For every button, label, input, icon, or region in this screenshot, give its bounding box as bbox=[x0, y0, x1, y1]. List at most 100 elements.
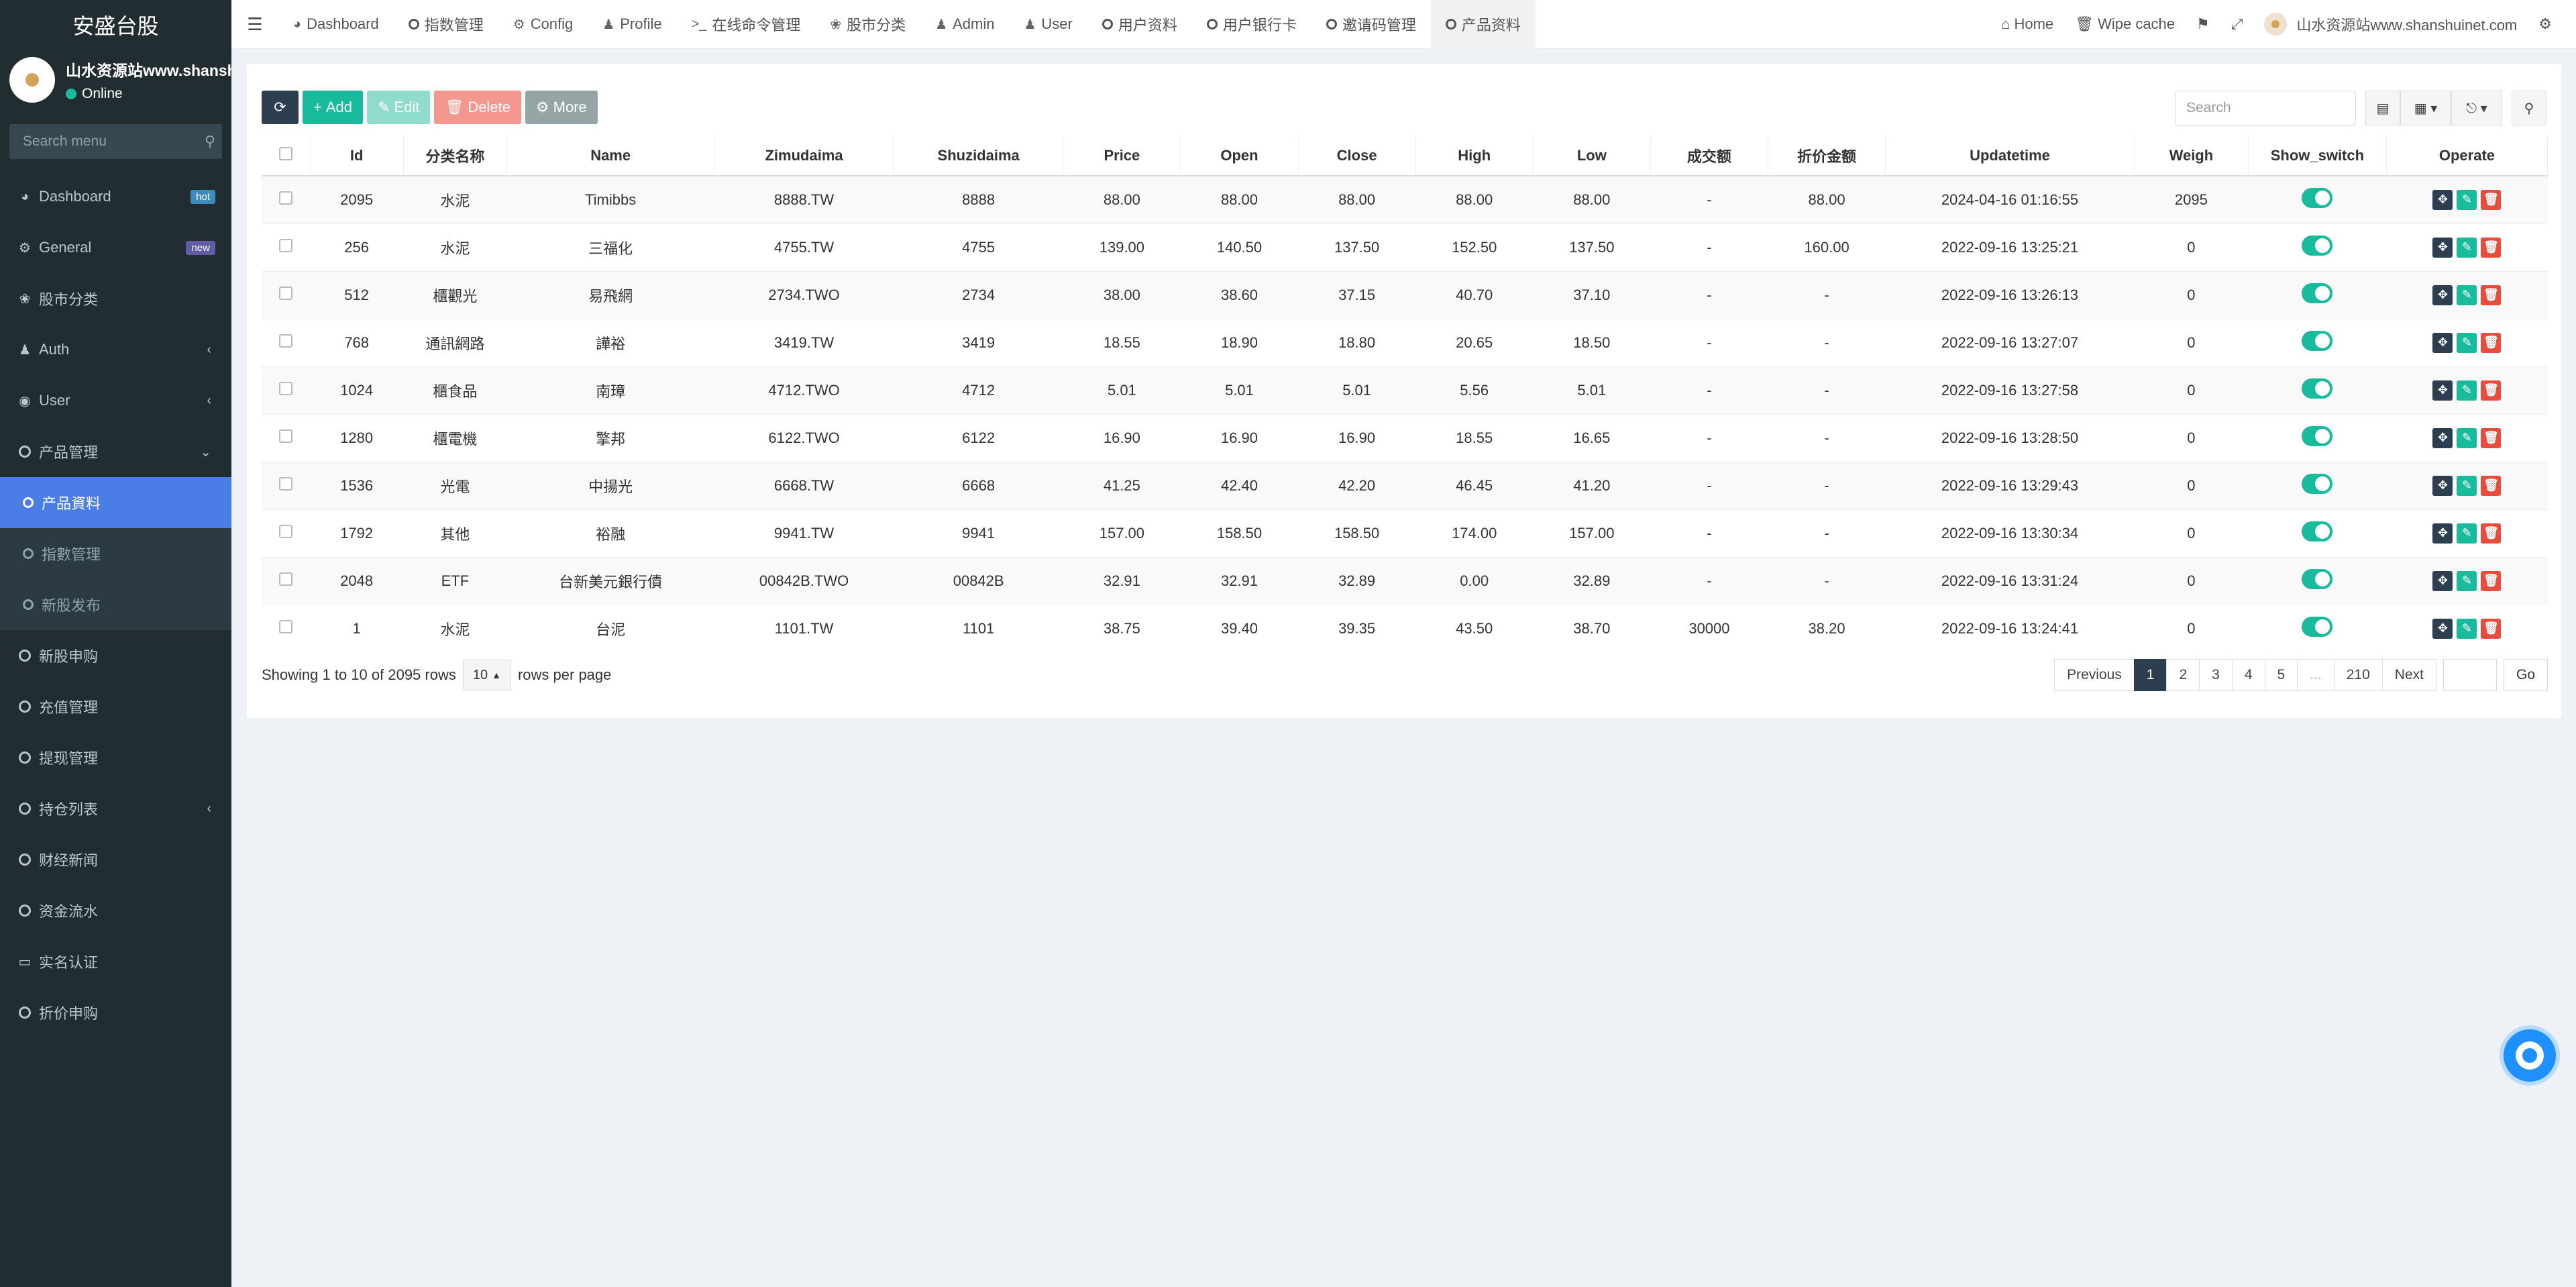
select-all-checkbox[interactable] bbox=[262, 136, 311, 176]
row-checkbox[interactable] bbox=[262, 318, 311, 366]
drag-handle-icon[interactable]: ✥ bbox=[2432, 475, 2453, 496]
drag-handle-icon[interactable]: ✥ bbox=[2432, 427, 2453, 448]
pagination-page[interactable]: 1 bbox=[2133, 659, 2167, 691]
pagination-page[interactable]: 5 bbox=[2264, 659, 2298, 691]
row-checkbox[interactable] bbox=[262, 270, 311, 319]
show-switch[interactable] bbox=[2248, 175, 2387, 223]
drag-handle-icon[interactable]: ✥ bbox=[2432, 285, 2453, 305]
columns-dropdown-icon[interactable]: ▦ ▾ bbox=[2400, 91, 2451, 125]
pagination-page[interactable]: 210 bbox=[2333, 659, 2383, 691]
sidebar-item-discount-subscribe[interactable]: 折价申购 bbox=[0, 987, 231, 1038]
delete-icon[interactable]: 🗑 bbox=[2481, 523, 2502, 544]
show-switch[interactable] bbox=[2248, 270, 2387, 319]
sidebar-item-ipo-subscribe[interactable]: 新股申购 bbox=[0, 630, 231, 681]
toggle-view-icon[interactable]: ▤ bbox=[2365, 91, 2400, 125]
user-menu[interactable]: 山水资源站www.shanshuinet.com bbox=[2253, 13, 2528, 36]
sidebar-item-withdraw[interactable]: 提现管理 bbox=[0, 732, 231, 783]
show-switch[interactable] bbox=[2248, 604, 2387, 652]
sidebar-item-recharge[interactable]: 充值管理 bbox=[0, 681, 231, 732]
pagination-page[interactable]: 2 bbox=[2166, 659, 2200, 691]
toggle-switch[interactable] bbox=[2302, 187, 2333, 208]
tab-stock-category[interactable]: ❀ 股市分类 bbox=[815, 0, 920, 49]
drag-handle-icon[interactable]: ✥ bbox=[2432, 618, 2453, 639]
toggle-switch[interactable] bbox=[2302, 235, 2333, 256]
column-header[interactable]: Show_switch bbox=[2248, 136, 2387, 176]
edit-icon[interactable]: ✎ bbox=[2457, 237, 2477, 258]
pagination-next[interactable]: Next bbox=[2381, 659, 2436, 691]
edit-icon[interactable]: ✎ bbox=[2457, 475, 2477, 496]
drag-handle-icon[interactable]: ✥ bbox=[2432, 570, 2453, 591]
toggle-switch[interactable] bbox=[2302, 330, 2333, 351]
column-header[interactable]: 成交额 bbox=[1650, 136, 1768, 176]
show-switch[interactable] bbox=[2248, 556, 2387, 605]
menu-toggle-icon[interactable]: ☰ bbox=[231, 14, 278, 35]
row-checkbox[interactable] bbox=[262, 413, 311, 462]
more-button[interactable]: ⚙ More bbox=[525, 91, 598, 124]
sidebar-item-general[interactable]: ⚙ General new bbox=[0, 222, 231, 273]
wipe-cache-button[interactable]: 🗑 Wipe cache bbox=[2064, 15, 2186, 33]
search-icon[interactable]: ⚲ bbox=[205, 133, 215, 150]
column-header[interactable]: Price bbox=[1063, 136, 1181, 176]
column-header[interactable]: Name bbox=[506, 136, 715, 176]
column-header[interactable]: Close bbox=[1298, 136, 1416, 176]
show-switch[interactable] bbox=[2248, 413, 2387, 462]
tab-index-management[interactable]: 指数管理 bbox=[394, 0, 498, 49]
toggle-switch[interactable] bbox=[2302, 425, 2333, 446]
sidebar-item-positions[interactable]: 持仓列表 ‹ bbox=[0, 783, 231, 834]
pagination-previous[interactable]: Previous bbox=[2054, 659, 2135, 691]
edit-icon[interactable]: ✎ bbox=[2457, 285, 2477, 305]
row-checkbox[interactable] bbox=[262, 509, 311, 557]
column-header[interactable]: Shuzidaima bbox=[894, 136, 1064, 176]
add-button[interactable]: + Add bbox=[303, 91, 364, 124]
drag-handle-icon[interactable]: ✥ bbox=[2432, 189, 2453, 210]
show-switch[interactable] bbox=[2248, 318, 2387, 366]
page-jump-input[interactable] bbox=[2443, 659, 2497, 691]
row-checkbox[interactable] bbox=[262, 223, 311, 271]
sidebar-item-product-management[interactable]: 产品管理 ⌄ bbox=[0, 426, 231, 477]
delete-icon[interactable]: 🗑 bbox=[2481, 475, 2502, 496]
refresh-button[interactable]: ⟳ bbox=[262, 91, 299, 124]
home-link[interactable]: ⌂ Home bbox=[1990, 15, 2064, 33]
column-header[interactable]: Zimudaima bbox=[714, 136, 894, 176]
page-size-select[interactable]: 10 ▲ bbox=[462, 660, 511, 690]
row-checkbox[interactable] bbox=[262, 461, 311, 509]
column-header[interactable]: Weigh bbox=[2134, 136, 2249, 176]
tab-user[interactable]: ♟ User bbox=[1009, 0, 1087, 49]
tab-user-bank-card[interactable]: 用户银行卡 bbox=[1192, 0, 1311, 49]
sidebar-item-fund-flow[interactable]: 资金流水 bbox=[0, 885, 231, 936]
toggle-switch[interactable] bbox=[2302, 521, 2333, 542]
show-switch[interactable] bbox=[2248, 509, 2387, 557]
edit-icon[interactable]: ✎ bbox=[2457, 189, 2477, 210]
search-icon[interactable]: ⚲ bbox=[2512, 91, 2546, 125]
column-header[interactable]: Id bbox=[310, 136, 404, 176]
row-checkbox[interactable] bbox=[262, 366, 311, 414]
column-header[interactable]: Updatetime bbox=[1885, 136, 2135, 176]
delete-icon[interactable]: 🗑 bbox=[2481, 189, 2502, 210]
delete-icon[interactable]: 🗑 bbox=[2481, 380, 2502, 401]
sidebar-item-verification[interactable]: ▭ 实名认证 bbox=[0, 936, 231, 987]
delete-icon[interactable]: 🗑 bbox=[2481, 618, 2502, 639]
language-icon[interactable]: ⚑ bbox=[2186, 15, 2220, 33]
brand-logo[interactable]: 安盛台股 bbox=[0, 0, 231, 49]
column-header[interactable]: Low bbox=[1533, 136, 1651, 176]
drag-handle-icon[interactable]: ✥ bbox=[2432, 523, 2453, 544]
toggle-switch[interactable] bbox=[2302, 473, 2333, 494]
edit-icon[interactable]: ✎ bbox=[2457, 427, 2477, 448]
pagination-page[interactable]: 3 bbox=[2199, 659, 2233, 691]
column-header[interactable]: 折价金额 bbox=[1768, 136, 1886, 176]
column-header[interactable]: Open bbox=[1180, 136, 1299, 176]
toggle-switch[interactable] bbox=[2302, 616, 2333, 637]
pagination-page[interactable]: 4 bbox=[2231, 659, 2265, 691]
edit-button[interactable]: ✎ Edit bbox=[367, 91, 431, 124]
tab-admin[interactable]: ♟ Admin bbox=[920, 0, 1009, 49]
delete-icon[interactable]: 🗑 bbox=[2481, 427, 2502, 448]
tab-invite-code[interactable]: 邀请码管理 bbox=[1311, 0, 1431, 49]
show-switch[interactable] bbox=[2248, 366, 2387, 414]
row-checkbox[interactable] bbox=[262, 604, 311, 652]
edit-icon[interactable]: ✎ bbox=[2457, 618, 2477, 639]
drag-handle-icon[interactable]: ✥ bbox=[2432, 380, 2453, 401]
menu-search-input[interactable] bbox=[23, 134, 205, 150]
page-jump-button[interactable]: Go bbox=[2503, 659, 2548, 691]
sidebar-item-dashboard[interactable]: ◕ Dashboard hot bbox=[0, 171, 231, 222]
export-dropdown-icon[interactable]: ⎋ ▾ bbox=[2451, 91, 2502, 125]
